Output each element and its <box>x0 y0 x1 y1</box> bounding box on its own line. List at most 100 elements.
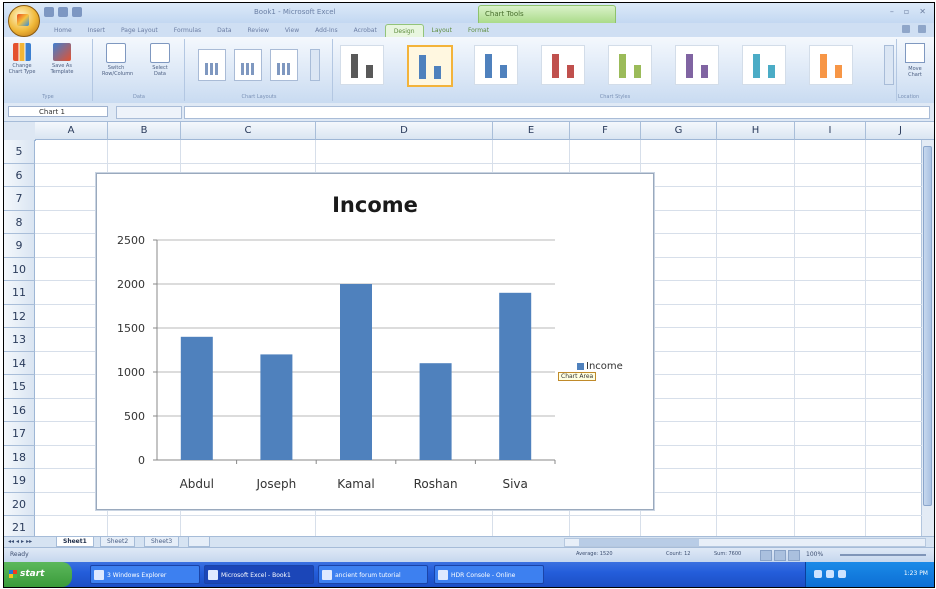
styles-scroll[interactable] <box>884 45 894 85</box>
help-icon[interactable] <box>902 25 910 33</box>
taskbar-task-3[interactable]: ancient forum tutorial <box>318 565 428 584</box>
page-layout-view-icon[interactable] <box>774 550 786 561</box>
chart-area[interactable]: Income 0 500 1000 1500 2000 2500 Abdul Joseph Kam… <box>96 173 654 510</box>
group-data: Switch Row/Column Select Data Data <box>94 39 185 101</box>
sheet-tab-1[interactable]: Sheet1 <box>56 537 94 547</box>
column-header-b[interactable]: B <box>108 122 181 140</box>
vertical-scrollbar[interactable] <box>921 122 934 536</box>
vertical-scroll-thumb[interactable] <box>923 146 932 506</box>
column-header-h[interactable]: H <box>717 122 795 140</box>
row-header-5[interactable]: 5 <box>4 140 35 164</box>
horizontal-scrollbar[interactable] <box>564 538 926 547</box>
row-header-19[interactable]: 19 <box>4 469 35 493</box>
select-data-button[interactable]: Select Data <box>146 43 174 77</box>
switch-row-column-button[interactable]: Switch Row/Column <box>102 43 133 77</box>
minimize-icon[interactable]: – <box>890 7 894 16</box>
tab-format[interactable]: Format <box>460 24 497 37</box>
zoom-slider[interactable] <box>840 554 926 556</box>
network-icon[interactable] <box>814 570 822 578</box>
tab-review[interactable]: Review <box>240 24 277 37</box>
column-header-f[interactable]: F <box>570 122 641 140</box>
close-icon[interactable]: ✕ <box>919 7 926 16</box>
chart-style-6[interactable] <box>675 45 719 85</box>
row-header-15[interactable]: 15 <box>4 375 35 399</box>
save-icon[interactable] <box>44 7 54 17</box>
chart-style-2[interactable] <box>407 45 453 87</box>
chart-style-7[interactable] <box>742 45 786 85</box>
chart-style-5[interactable] <box>608 45 652 85</box>
office-button[interactable] <box>8 5 40 37</box>
chart-style-4[interactable] <box>541 45 585 85</box>
formula-input[interactable] <box>184 106 930 119</box>
row-header-13[interactable]: 13 <box>4 328 35 352</box>
insert-sheet-icon[interactable] <box>188 537 210 547</box>
tab-data[interactable]: Data <box>209 24 239 37</box>
layouts-scroll[interactable] <box>310 49 320 81</box>
tab-formulas[interactable]: Formulas <box>166 24 209 37</box>
normal-view-icon[interactable] <box>760 550 772 561</box>
tab-view[interactable]: View <box>277 24 307 37</box>
tab-layout[interactable]: Layout <box>424 24 460 37</box>
layout-3-thumbnail[interactable] <box>270 49 298 81</box>
fx-button[interactable] <box>116 106 182 119</box>
security-icon[interactable] <box>838 570 846 578</box>
page-break-view-icon[interactable] <box>788 550 800 561</box>
taskbar-task-4[interactable]: HDR Console - Online <box>434 565 544 584</box>
tab-page-layout[interactable]: Page Layout <box>113 24 166 37</box>
ribbon-minimize-icon[interactable] <box>918 25 926 33</box>
change-chart-type-button[interactable]: Change Chart Type <box>8 43 36 75</box>
chart-style-3[interactable] <box>474 45 518 85</box>
row-header-8[interactable]: 8 <box>4 210 35 234</box>
redo-icon[interactable] <box>72 7 82 17</box>
tab-insert[interactable]: Insert <box>80 24 113 37</box>
row-header-16[interactable]: 16 <box>4 398 35 422</box>
taskbar-task-1[interactable]: 3 Windows Explorer <box>90 565 200 584</box>
move-chart-button[interactable]: Move Chart <box>902 43 928 78</box>
row-header-17[interactable]: 17 <box>4 422 35 446</box>
start-button[interactable]: start <box>4 562 72 587</box>
save-as-template-button[interactable]: Save As Template <box>48 43 76 75</box>
chart-style-8[interactable] <box>809 45 853 85</box>
style-bar <box>485 54 492 78</box>
row-header-10[interactable]: 10 <box>4 257 35 281</box>
row-header-7[interactable]: 7 <box>4 187 35 211</box>
first-sheet-icon[interactable]: ◂◂ <box>8 538 14 545</box>
volume-icon[interactable] <box>826 570 834 578</box>
row-header-14[interactable]: 14 <box>4 351 35 375</box>
sheet-tab-2[interactable]: Sheet2 <box>100 537 136 547</box>
column-header-a[interactable]: A <box>35 122 108 140</box>
chart-legend[interactable]: Income <box>577 361 623 372</box>
column-header-i[interactable]: I <box>795 122 866 140</box>
tab-home[interactable]: Home <box>46 24 80 37</box>
column-header-c[interactable]: C <box>181 122 316 140</box>
column-header-g[interactable]: G <box>641 122 717 140</box>
row-header-11[interactable]: 11 <box>4 281 35 305</box>
select-all-corner[interactable] <box>4 122 36 141</box>
prev-sheet-icon[interactable]: ◂ <box>16 538 19 545</box>
row-header-20[interactable]: 20 <box>4 492 35 516</box>
column-header-e[interactable]: E <box>493 122 570 140</box>
column-header-d[interactable]: D <box>316 122 493 140</box>
tab-design[interactable]: Design <box>384 24 424 38</box>
style-bar <box>500 65 507 78</box>
bar-siva <box>499 292 532 460</box>
taskbar-task-2[interactable]: Microsoft Excel - Book1 <box>204 565 314 584</box>
zoom-level[interactable]: 100% <box>806 551 823 558</box>
chart-style-1[interactable] <box>340 45 384 85</box>
tab-add-ins[interactable]: Add-Ins <box>307 24 345 37</box>
layout-2-thumbnail[interactable] <box>234 49 262 81</box>
style-bar <box>634 65 641 78</box>
row-header-18[interactable]: 18 <box>4 445 35 469</box>
row-header-6[interactable]: 6 <box>4 163 35 187</box>
tab-acrobat[interactable]: Acrobat <box>346 24 385 37</box>
next-sheet-icon[interactable]: ▸ <box>21 538 24 545</box>
undo-icon[interactable] <box>58 7 68 17</box>
layout-1-thumbnail[interactable] <box>198 49 226 81</box>
sheet-tab-3[interactable]: Sheet3 <box>144 537 180 547</box>
row-header-12[interactable]: 12 <box>4 304 35 328</box>
restore-icon[interactable]: ▫ <box>904 7 909 16</box>
row-header-9[interactable]: 9 <box>4 234 35 258</box>
name-box[interactable]: Chart 1 <box>8 106 108 117</box>
last-sheet-icon[interactable]: ▸▸ <box>26 538 32 545</box>
column-header-j[interactable]: J <box>866 122 934 140</box>
